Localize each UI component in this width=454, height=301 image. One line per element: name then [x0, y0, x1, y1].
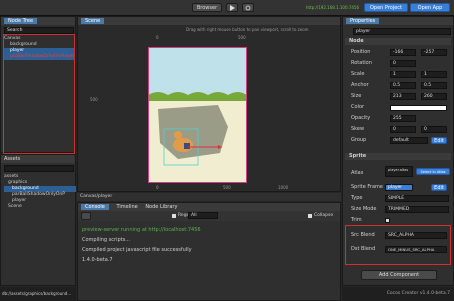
group-select[interactable]: default	[390, 137, 428, 144]
asset-scene[interactable]: Scene	[4, 204, 76, 210]
console-toolbar: Regex All Collapse	[78, 211, 340, 221]
skew-label: Skew	[351, 126, 365, 132]
atlas-label: Atlas	[351, 170, 364, 176]
opacity-field[interactable]: 255	[390, 115, 416, 122]
size-w-field[interactable]: 213	[390, 93, 416, 100]
size-mode-label: Size Mode	[351, 206, 377, 212]
position-x-field[interactable]: -166	[390, 49, 416, 56]
scale-x-field[interactable]: 1	[390, 71, 416, 78]
group-edit-button[interactable]: Edit	[431, 137, 447, 144]
anchor-y-field[interactable]: 0.5	[421, 82, 447, 89]
assets-header: Assets	[1, 155, 75, 163]
opacity-label: Opacity	[351, 115, 371, 121]
scene-axis-top-0: 0	[156, 35, 159, 40]
color-swatch[interactable]	[390, 105, 447, 111]
size-h-field[interactable]: 260	[421, 93, 447, 100]
type-label: Type	[351, 195, 363, 201]
collapse-checkbox[interactable]	[308, 214, 312, 218]
size-label: Size	[351, 93, 362, 99]
size-mode-select[interactable]: TRIMMED	[385, 206, 449, 213]
clear-console-button[interactable]	[81, 212, 91, 220]
breadcrumb: Canvas/player	[77, 193, 341, 201]
assets-tree: assets graphics background parBallShadow…	[4, 174, 76, 210]
asset-path-bar: db://assets/graphics/background...	[0, 287, 76, 301]
scene-axis-left: 500	[90, 97, 98, 102]
log-line: preview-server running at http://localho…	[82, 227, 201, 233]
refresh-button[interactable]	[242, 3, 254, 12]
atlas-field[interactable]: player.altas	[385, 166, 413, 177]
add-component-button[interactable]: Add Component	[361, 270, 437, 280]
scene-header: Scene	[78, 17, 340, 25]
console-tab-bar: Console Timeline Node Library	[78, 203, 340, 211]
node-search-input[interactable]: Search	[4, 27, 74, 34]
browser-dropdown[interactable]: Browser	[192, 3, 222, 12]
assets-panel: Assets assets graphics background parBal…	[0, 154, 76, 286]
assets-search-input[interactable]	[4, 165, 74, 172]
anchor-label: Anchor	[351, 82, 369, 88]
sprite-section-header[interactable]: Sprite	[345, 153, 451, 160]
skew-x-field[interactable]: 0	[390, 126, 416, 133]
node-section-header[interactable]: Node	[345, 38, 451, 45]
scene-axis-bottom-1000: 1000	[278, 185, 289, 190]
log-line: Compiling scripts...	[82, 237, 131, 243]
type-select[interactable]: SIMPLE	[385, 195, 449, 202]
console-log: preview-server running at http://localho…	[82, 225, 338, 265]
properties-header: Properties	[343, 17, 453, 25]
properties-tab[interactable]: Properties	[346, 18, 380, 24]
scene-tab[interactable]: Scene	[81, 18, 105, 24]
play-icon	[230, 5, 235, 11]
open-app-button[interactable]: Open App	[410, 3, 450, 12]
status-bar: Cocos Creator v1.4.0-beta.7	[342, 287, 454, 301]
log-line: 1.4.0-beta.7	[82, 257, 113, 263]
console-panel: Console Timeline Node Library Regex All …	[77, 202, 341, 301]
scene-axis-bottom-0: 0	[156, 185, 159, 190]
version-label: Cocos Creator v1.4.0-beta.7	[386, 291, 450, 296]
position-label: Position	[351, 49, 371, 55]
color-label: Color	[351, 104, 365, 110]
open-project-button[interactable]: Open Project	[364, 3, 408, 12]
tab-node-library[interactable]: Node Library	[145, 204, 177, 210]
select-in-atlas-button[interactable]: Select In Atlas	[416, 168, 450, 175]
dst-blend-select[interactable]: ONE_MINUS_SRC_ALPHA	[385, 246, 447, 253]
regex-checkbox[interactable]	[172, 214, 176, 218]
anchor-x-field[interactable]: 0.5	[390, 82, 416, 89]
node-tree-panel: Node Tree Search Canvas background playe…	[0, 16, 76, 154]
scale-label: Scale	[351, 71, 365, 77]
scene-axis-bottom-500: 500	[223, 185, 231, 190]
top-toolbar: Browser http://192.168.1.100:7456 Open P…	[0, 0, 454, 16]
preview-url[interactable]: http://192.168.1.100:7456	[306, 5, 359, 10]
node-tree-highlight	[3, 34, 75, 154]
console-filter-select[interactable]: All	[188, 212, 218, 219]
scene-panel: Scene Drag with right mouse button to pa…	[77, 16, 341, 192]
scale-y-field[interactable]: 1	[421, 71, 447, 78]
refresh-icon	[245, 5, 251, 11]
tab-timeline[interactable]: Timeline	[116, 204, 137, 210]
collapse-label: Collapse	[314, 213, 334, 218]
node-name-field[interactable]: player	[353, 28, 451, 35]
play-button[interactable]	[226, 3, 238, 12]
scene-axis-top-500: 500	[238, 35, 246, 40]
src-blend-select[interactable]: SRC_ALPHA	[385, 232, 447, 239]
sprite-frame-label: Sprite Frame	[351, 184, 383, 190]
rotation-label: Rotation	[351, 60, 372, 66]
position-y-field[interactable]: -257	[421, 49, 447, 56]
trim-checkbox[interactable]	[385, 218, 390, 223]
tab-console[interactable]: Console	[81, 204, 109, 210]
rotation-field[interactable]: 0	[390, 60, 416, 67]
skew-y-field[interactable]: 0	[421, 126, 447, 133]
group-label: Group	[351, 137, 367, 143]
canvas-highlight	[148, 47, 247, 183]
dst-blend-label: Dst Blend	[351, 246, 376, 252]
scene-hint: Drag with right mouse button to pan view…	[186, 27, 309, 32]
node-tree-tab[interactable]: Node Tree	[4, 18, 38, 24]
sprite-frame-edit-button[interactable]: Edit	[431, 184, 447, 191]
node-tree-header: Node Tree	[1, 17, 75, 25]
trim-label: Trim	[351, 217, 362, 223]
src-blend-label: Src Blend	[351, 232, 375, 238]
log-line: Compiled project javascript file success…	[82, 247, 192, 253]
sprite-frame-field[interactable]: player	[385, 184, 413, 191]
properties-panel: Properties player Node Position -166 -25…	[342, 16, 454, 286]
